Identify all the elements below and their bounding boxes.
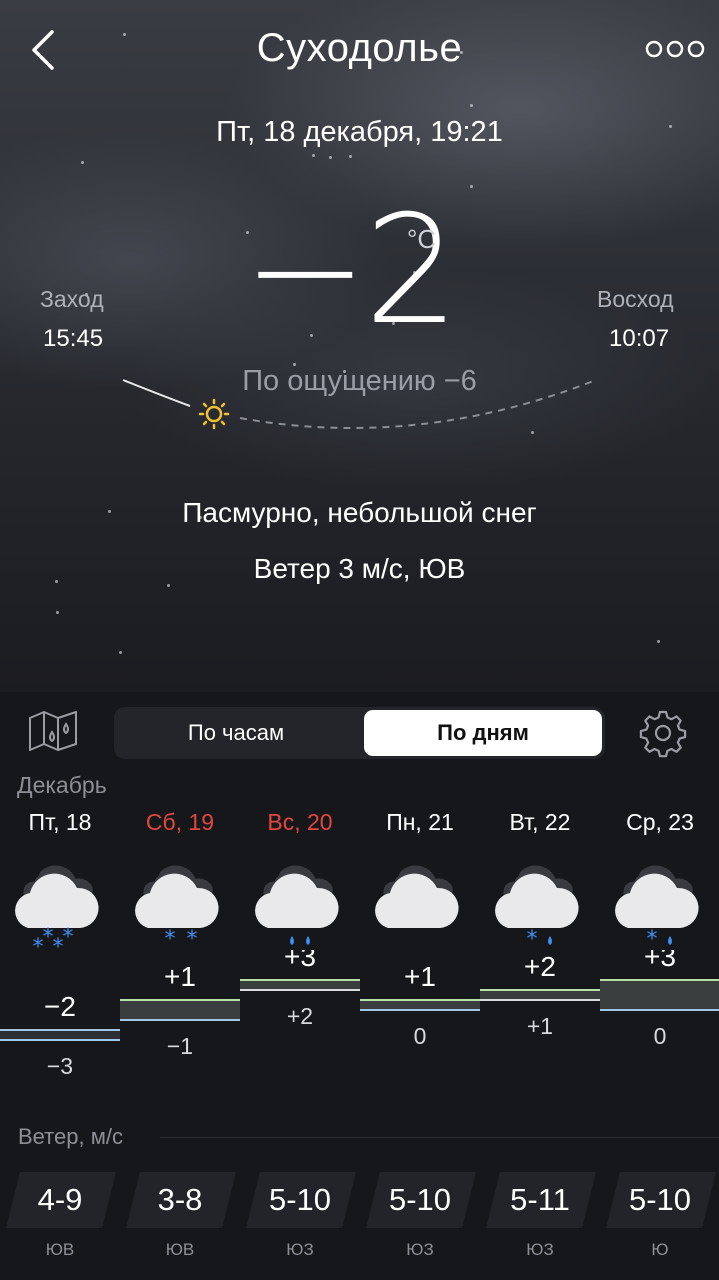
sun-icon bbox=[198, 398, 230, 430]
wind-speed: 5-10 bbox=[628, 1182, 692, 1217]
snowflake-dot bbox=[470, 104, 473, 107]
svg-text:*: * bbox=[527, 927, 538, 950]
svg-text:*: * bbox=[53, 935, 64, 950]
day-label: Пт, 18 bbox=[28, 809, 92, 835]
wind-direction: ЮЗ bbox=[406, 1240, 434, 1259]
temp-high-label: +1 bbox=[164, 961, 196, 992]
precipitation-map-button[interactable] bbox=[26, 706, 84, 754]
day-column[interactable]: Вс, 20 bbox=[240, 806, 360, 966]
tab-daily[interactable]: По дням bbox=[364, 710, 602, 756]
forecast-panel: По часам По дням Декабрь Пт, 18 * * * * Сб, 1… bbox=[0, 692, 719, 1280]
cloud-snow-icon: * * bbox=[135, 860, 220, 950]
cloud-sleet-icon: * bbox=[615, 860, 700, 950]
temp-range-band bbox=[600, 980, 719, 1010]
wind-cell: 5-11 ЮЗ bbox=[480, 1168, 600, 1268]
cloud-sleet-icon: * bbox=[495, 860, 580, 950]
snowflake-dot bbox=[56, 611, 59, 614]
temp-range-band bbox=[120, 1000, 240, 1020]
day-column[interactable]: Пн, 21 bbox=[360, 806, 480, 966]
more-dots-icon bbox=[645, 40, 705, 58]
settings-button[interactable] bbox=[638, 708, 688, 758]
temp-low-label: −3 bbox=[47, 1053, 73, 1079]
wind-speed: 3-8 bbox=[157, 1182, 203, 1217]
temp-range-band bbox=[0, 1030, 120, 1040]
snowflake-dot bbox=[470, 185, 473, 188]
temp-high-label: +3 bbox=[284, 950, 316, 972]
temp-low-label: +2 bbox=[287, 1003, 313, 1029]
view-mode-segmented-control: По часам По дням bbox=[114, 707, 605, 759]
weather-condition: Пасмурно, небольшой снег bbox=[182, 497, 537, 528]
wind-cell: 3-8 ЮВ bbox=[120, 1168, 240, 1268]
wind-speed: 5-11 bbox=[510, 1182, 570, 1217]
temp-range-band bbox=[360, 1000, 480, 1010]
city-title: Суходолье bbox=[256, 26, 463, 70]
wind-direction: ЮВ bbox=[165, 1240, 195, 1259]
svg-text:*: * bbox=[647, 927, 658, 950]
month-label: Декабрь bbox=[17, 772, 107, 798]
wind-direction: Ю bbox=[651, 1240, 669, 1259]
wind-cell: 4-9 ЮВ bbox=[0, 1168, 120, 1268]
temp-high-label: +3 bbox=[644, 950, 676, 972]
day-label: Пн, 21 bbox=[386, 809, 454, 835]
temp-low-label: 0 bbox=[654, 1023, 667, 1049]
wind-speed: 4-9 bbox=[37, 1182, 83, 1217]
map-rain-icon bbox=[29, 711, 77, 751]
wind-direction: ЮВ bbox=[45, 1240, 75, 1259]
snowflake-dot bbox=[657, 640, 660, 643]
cloud-icon bbox=[375, 860, 460, 928]
day-column[interactable]: Сб, 19 * * bbox=[120, 806, 240, 966]
svg-text:*: * bbox=[63, 925, 74, 950]
sunrise-label: Восход bbox=[597, 286, 674, 312]
current-wind: Ветер 3 м/с, ЮВ bbox=[253, 553, 466, 584]
day-label: Ср, 23 bbox=[626, 809, 694, 835]
sunset-time: 15:45 bbox=[43, 325, 104, 352]
temp-low-label: +1 bbox=[527, 1013, 553, 1039]
wind-forecast-row: 4-9 ЮВ 3-8 ЮВ 5-10 ЮЗ 5-10 ЮЗ 5-11 ЮЗ 5-10 Ю bbox=[0, 1168, 719, 1268]
snowflake-dot bbox=[119, 651, 122, 654]
cloud-snow-icon: * ** * bbox=[15, 860, 100, 950]
temp-high-label: −2 bbox=[44, 991, 76, 1022]
sunrise-time: 10:07 bbox=[609, 325, 670, 352]
day-column[interactable]: Ср, 23 * bbox=[600, 806, 719, 966]
feels-like: По ощущению −6 bbox=[242, 365, 477, 397]
cloud-rain-icon bbox=[255, 860, 340, 945]
temp-high-label: +2 bbox=[524, 951, 556, 982]
temp-low-label: 0 bbox=[414, 1023, 427, 1049]
current-datetime: Пт, 18 декабря, 19:21 bbox=[216, 116, 503, 148]
wind-direction: ЮЗ bbox=[286, 1240, 314, 1259]
temperature-chart: −2 −3 +1 −1 +3 +2 +1 0 +2 +1 +3 0 bbox=[0, 950, 719, 1079]
wind-divider bbox=[160, 1137, 719, 1138]
snowflake-dot bbox=[329, 156, 332, 159]
day-label: Вс, 20 bbox=[267, 809, 333, 835]
temp-range-band bbox=[480, 990, 600, 1000]
current-temperature: −2 bbox=[242, 184, 459, 358]
day-column[interactable]: Пт, 18 * * * * bbox=[0, 806, 120, 966]
snowflake-dot bbox=[349, 155, 352, 158]
snowflake-dot bbox=[312, 154, 315, 157]
wind-cell: 5-10 ЮЗ bbox=[240, 1168, 360, 1268]
day-label: Вт, 22 bbox=[509, 809, 571, 835]
svg-text:*: * bbox=[33, 935, 44, 950]
svg-text:*: * bbox=[165, 927, 176, 950]
wind-cell: 5-10 Ю bbox=[600, 1168, 719, 1268]
wind-speed: 5-10 bbox=[268, 1182, 332, 1217]
snowflake-dot bbox=[81, 161, 84, 164]
wind-section-title: Ветер, м/с bbox=[18, 1124, 123, 1149]
more-options-button[interactable] bbox=[640, 34, 710, 64]
wind-direction: ЮЗ bbox=[526, 1240, 554, 1259]
temperature-unit: °C bbox=[407, 224, 437, 254]
day-column[interactable]: Вт, 22 * bbox=[480, 806, 600, 966]
temp-high-label: +1 bbox=[404, 961, 436, 992]
current-weather-hero: Суходолье Пт, 18 декабря, 19:21 −2 °C За… bbox=[0, 0, 719, 692]
sunset-label: Заход bbox=[40, 286, 104, 312]
svg-text:*: * bbox=[187, 927, 198, 950]
wind-speed: 5-10 bbox=[388, 1182, 452, 1217]
tab-hourly[interactable]: По часам bbox=[117, 710, 355, 756]
day-label: Сб, 19 bbox=[145, 809, 215, 835]
temp-low-label: −1 bbox=[167, 1033, 193, 1059]
wind-cell: 5-10 ЮЗ bbox=[360, 1168, 480, 1268]
gear-icon bbox=[639, 710, 687, 758]
daily-forecast-list: Пт, 18 * * * * Сб, 19 * * Вс, 20 Пн, 21 Вт, 22 * Ср,… bbox=[0, 806, 719, 966]
temp-range-band bbox=[240, 980, 360, 990]
